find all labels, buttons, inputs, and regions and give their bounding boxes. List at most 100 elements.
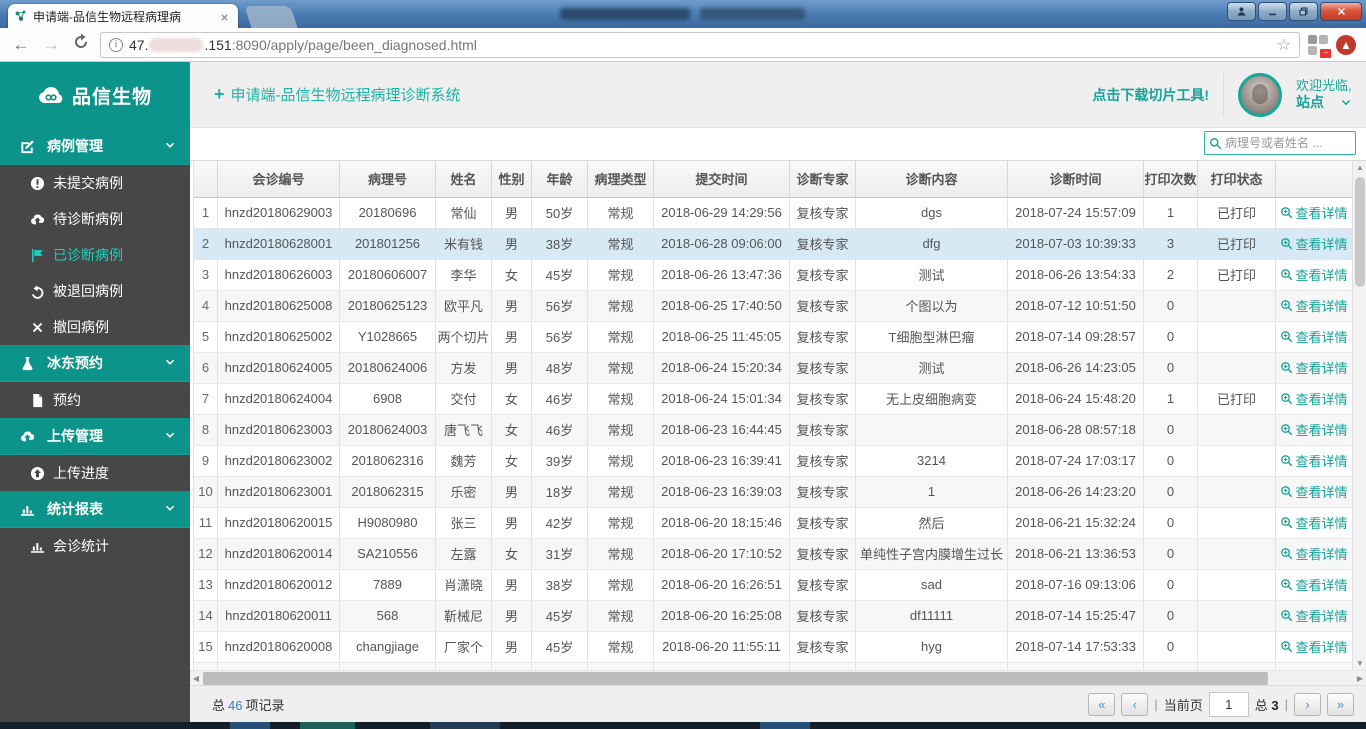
user-menu[interactable]: 欢迎光临, 站点 — [1296, 78, 1352, 112]
browser-tab[interactable]: 申请端-品信生物远程病理病 — [8, 4, 238, 28]
sidebar-item[interactable]: 未提交病例 — [0, 165, 190, 201]
profile-button[interactable] — [1227, 2, 1256, 21]
scroll-left-icon[interactable]: ◀ — [190, 671, 202, 686]
column-header[interactable] — [194, 161, 218, 197]
table-row[interactable]: 5hnzd20180625002Y1028665两个切片男56岁常规2018-0… — [194, 321, 1353, 352]
search-box[interactable] — [1204, 131, 1356, 155]
column-header[interactable]: 打印状态 — [1198, 161, 1276, 197]
new-tab-button[interactable] — [244, 6, 297, 28]
column-header[interactable]: 诊断内容 — [856, 161, 1008, 197]
table-row[interactable]: 13hnzd201806200127889肖潇晓男38岁常规2018-06-20… — [194, 569, 1353, 600]
horizontal-scrollbar[interactable]: ◀ ▶ — [190, 670, 1366, 685]
column-header[interactable]: 病理号 — [340, 161, 436, 197]
view-detail-link[interactable]: 查看详情 — [1280, 358, 1347, 377]
minimize-button[interactable] — [1258, 2, 1287, 21]
column-header[interactable] — [1276, 161, 1353, 197]
sidebar-item[interactable]: 预约 — [0, 382, 190, 418]
horizontal-scroll-thumb[interactable] — [203, 672, 1268, 685]
table-row[interactable]: 10hnzd201806230012018062315乐密男18岁常规2018-… — [194, 476, 1353, 507]
table-row[interactable]: 12hnzd20180620014SA210556左露女31岁常规2018-06… — [194, 538, 1353, 569]
view-detail-link[interactable]: 查看详情 — [1280, 234, 1347, 253]
table-row[interactable]: 3hnzd2018062600320180606007李华女45岁常规2018-… — [194, 259, 1353, 290]
address-bar[interactable]: i 47..151:8090/apply/page/been_diagnosed… — [100, 32, 1300, 58]
view-detail-link[interactable]: 查看详情 — [1280, 482, 1347, 501]
view-detail-link[interactable]: 查看详情 — [1280, 203, 1347, 222]
view-detail-link[interactable]: 查看详情 — [1280, 296, 1347, 315]
view-detail-link[interactable]: 查看详情 — [1280, 265, 1347, 284]
sidebar: 品信生物 病例管理未提交病例待诊断病例已诊断病例被退回病例撤回病例冰东预约预约上… — [0, 62, 190, 722]
table-row[interactable]: 6hnzd2018062400520180624006方发男48岁常规2018-… — [194, 352, 1353, 383]
table-row[interactable]: 11hnzd20180620015H9080980张三男42岁常规2018-06… — [194, 507, 1353, 538]
sidebar-item[interactable]: 已诊断病例 — [0, 237, 190, 273]
first-page-button[interactable]: « — [1088, 693, 1115, 716]
back-button[interactable]: ← — [10, 35, 32, 55]
row-index: 1 — [194, 197, 218, 228]
column-header[interactable]: 提交时间 — [654, 161, 790, 197]
table-row[interactable]: 8hnzd2018062300320180624003唐飞飞女46岁常规2018… — [194, 414, 1353, 445]
column-header[interactable]: 诊断专家 — [790, 161, 856, 197]
undo-icon — [30, 284, 45, 299]
page-info-icon[interactable]: i — [109, 38, 123, 52]
view-detail-link[interactable]: 查看详情 — [1280, 389, 1347, 408]
sidebar-item[interactable]: 上传进度 — [0, 455, 190, 491]
next-page-button[interactable]: › — [1294, 693, 1321, 716]
table-row[interactable]: 14hnzd20180620011568靳械尼男45岁常规2018-06-20 … — [194, 600, 1353, 631]
table-row[interactable]: 15hnzd20180620008changjiage厂家个男45岁常规2018… — [194, 631, 1353, 662]
plus-icon: + — [214, 84, 225, 105]
cases-table-wrap: 会诊编号病理号姓名性别年龄病理类型提交时间诊断专家诊断内容诊断时间打印次数打印状… — [190, 160, 1366, 670]
view-detail-link[interactable]: 查看详情 — [1280, 420, 1347, 439]
times-icon — [30, 320, 45, 335]
table-row[interactable]: 9hnzd201806230022018062316魏芳女39岁常规2018-0… — [194, 445, 1353, 476]
chevron-down-icon — [164, 430, 176, 442]
sidebar-item[interactable]: 被退回病例 — [0, 273, 190, 309]
table-row[interactable]: 2hnzd20180628001201801256米有钱男38岁常规2018-0… — [194, 228, 1353, 259]
table-row[interactable]: 1hnzd2018062900320180696常仙男50岁常规2018-06-… — [194, 197, 1353, 228]
view-detail-link[interactable]: 查看详情 — [1280, 513, 1347, 532]
scroll-right-icon[interactable]: ▶ — [1354, 671, 1366, 686]
sidebar-group-2[interactable]: 上传管理 — [0, 418, 190, 455]
view-detail-link[interactable]: 查看详情 — [1280, 637, 1347, 656]
search-input[interactable] — [1225, 136, 1351, 150]
avatar[interactable] — [1238, 73, 1282, 117]
sidebar-item[interactable]: 待诊断病例 — [0, 201, 190, 237]
page-number-input[interactable] — [1209, 692, 1249, 717]
view-detail-link[interactable]: 查看详情 — [1280, 575, 1347, 594]
column-header[interactable]: 年龄 — [532, 161, 588, 197]
view-detail-link[interactable]: 查看详情 — [1280, 606, 1347, 625]
table-row[interactable]: 4hnzd2018062500820180625123欧平凡男56岁常规2018… — [194, 290, 1353, 321]
view-detail-link[interactable]: 查看详情 — [1280, 451, 1347, 470]
total-pages: 总 3 — [1255, 695, 1279, 714]
column-header[interactable]: 姓名 — [436, 161, 492, 197]
column-header[interactable]: 性别 — [492, 161, 532, 197]
sidebar-item[interactable]: 会诊统计 — [0, 528, 190, 564]
vertical-scroll-thumb[interactable] — [1355, 177, 1365, 287]
sidebar-group-3[interactable]: 统计报表 — [0, 491, 190, 528]
column-header[interactable]: 打印次数 — [1144, 161, 1198, 197]
vertical-scrollbar[interactable]: ▲ ▼ — [1352, 161, 1366, 670]
adblock-icon[interactable]: ▲ — [1336, 35, 1356, 55]
close-button[interactable] — [1320, 2, 1362, 21]
view-detail-link[interactable]: 查看详情 — [1280, 327, 1347, 346]
sidebar-item[interactable]: 撤回病例 — [0, 309, 190, 345]
sidebar-group-1[interactable]: 冰东预约 — [0, 345, 190, 382]
table-row[interactable]: 7hnzd201806240046908交付女46岁常规2018-06-24 1… — [194, 383, 1353, 414]
scroll-down-icon[interactable]: ▼ — [1353, 657, 1366, 670]
bookmark-star-icon[interactable]: ☆ — [1277, 35, 1291, 55]
column-header[interactable]: 诊断时间 — [1008, 161, 1144, 197]
column-header[interactable]: 会诊编号 — [218, 161, 340, 197]
sidebar-group-0[interactable]: 病例管理 — [0, 128, 190, 165]
table-row[interactable]: 16常规已打印查看详情 — [194, 662, 1353, 670]
scroll-up-icon[interactable]: ▲ — [1353, 161, 1366, 175]
titlebar-redacted-text — [700, 8, 805, 20]
pagination: « ‹ | 当前页 总 3 | › » — [1088, 692, 1354, 717]
last-page-button[interactable]: » — [1327, 693, 1354, 716]
view-detail-link[interactable]: 查看详情 — [1280, 544, 1347, 563]
maximize-button[interactable] — [1289, 2, 1318, 21]
download-slice-tool-link[interactable]: 点击下载切片工具! — [1092, 85, 1209, 105]
extension-icon[interactable]: -- — [1308, 35, 1328, 55]
column-header[interactable]: 病理类型 — [588, 161, 654, 197]
prev-page-button[interactable]: ‹ — [1121, 693, 1148, 716]
tab-close-icon[interactable] — [220, 10, 232, 22]
forward-button[interactable]: → — [40, 35, 62, 55]
refresh-button[interactable] — [70, 34, 92, 55]
